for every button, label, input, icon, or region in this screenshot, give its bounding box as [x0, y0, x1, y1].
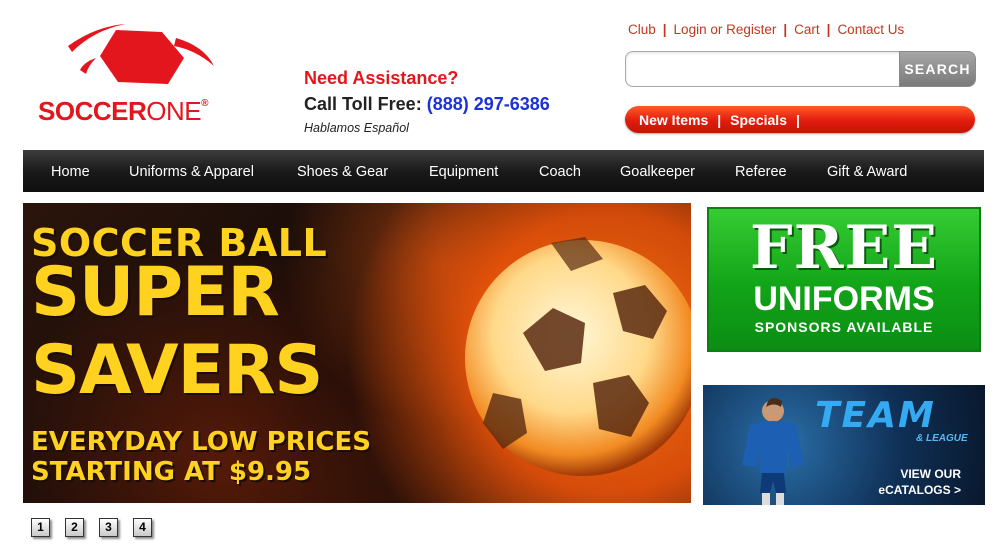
view-catalogs-line-2: eCATALOGS > [878, 483, 961, 497]
main-nav: Home Uniforms & Apparel Shoes & Gear Equ… [23, 150, 984, 192]
specials-link[interactable]: Specials [730, 112, 787, 128]
hero-line-3: SAVERS [31, 331, 323, 410]
top-link-separator: | [783, 22, 788, 37]
top-link-separator: | [662, 22, 667, 37]
assistance-block: Need Assistance? Call Toll Free: (888) 2… [304, 68, 550, 135]
nav-gift-award[interactable]: Gift & Award [827, 164, 907, 180]
top-link-separator: | [826, 22, 831, 37]
search-form: SEARCH [625, 51, 976, 87]
slide-page-4-button[interactable]: 4 [133, 518, 152, 537]
toll-free-line: Call Toll Free: (888) 297-6386 [304, 94, 550, 115]
sponsors-text: SPONSORS AVAILABLE [754, 319, 934, 335]
slide-page-3-button[interactable]: 3 [99, 518, 118, 537]
nav-equipment[interactable]: Equipment [429, 164, 498, 180]
nav-referee[interactable]: Referee [735, 164, 787, 180]
league-subheading: & LEAGUE [916, 433, 968, 444]
promo-separator: | [796, 112, 800, 128]
search-input[interactable] [625, 51, 901, 87]
team-heading: TEAM [815, 395, 936, 436]
hero-line-4: EVERYDAY LOW PRICES [31, 427, 371, 457]
uniforms-heading: UNIFORMS [753, 280, 935, 318]
slide-page-2-button[interactable]: 2 [65, 518, 84, 537]
brand-wordmark: SOCCERONE® [38, 96, 208, 127]
nav-uniforms-apparel[interactable]: Uniforms & Apparel [129, 164, 254, 180]
free-uniforms-promo[interactable]: FREE UNIFORMS SPONSORS AVAILABLE [707, 207, 981, 352]
logo-mark-icon [68, 24, 214, 84]
free-heading: FREE [750, 213, 938, 283]
promo-bar: New Items | Specials | [625, 106, 975, 133]
club-link[interactable]: Club [628, 22, 656, 37]
nav-shoes-gear[interactable]: Shoes & Gear [297, 164, 388, 180]
team-catalog-promo[interactable]: TEAM & LEAGUE VIEW OUR eCATALOGS > [703, 385, 985, 505]
new-items-link[interactable]: New Items [639, 112, 708, 128]
hero-line-2: SUPER [31, 253, 280, 332]
spanish-note: Hablamos Español [304, 121, 409, 135]
view-catalogs-line-1: VIEW OUR [900, 467, 961, 481]
slide-pager: 1 2 3 4 [31, 518, 167, 537]
phone-number[interactable]: (888) 297-6386 [427, 94, 550, 114]
slide-page-1-button[interactable]: 1 [31, 518, 50, 537]
view-catalogs-link[interactable]: VIEW OUR eCATALOGS > [861, 466, 961, 498]
hero-banner[interactable]: SOCCER BALL SUPER SAVERS EVERYDAY LOW PR… [23, 203, 691, 503]
login-register-link[interactable]: Login or Register [674, 22, 777, 37]
top-links: Club | Login or Register | Cart | Contact Us [628, 22, 904, 37]
assistance-heading: Need Assistance? [304, 68, 459, 88]
nav-coach[interactable]: Coach [539, 164, 581, 180]
site-logo[interactable]: SOCCERONE® [38, 22, 248, 132]
nav-home[interactable]: Home [51, 164, 90, 180]
registered-mark: ® [201, 98, 208, 109]
brand-name-soccer: SOCCER [38, 96, 147, 126]
toll-free-label: Call Toll Free: [304, 94, 422, 114]
player-silhouette-icon [742, 398, 804, 505]
promo-separator: | [717, 112, 722, 128]
brand-name-one: ONE [146, 96, 202, 126]
flaming-soccer-ball-icon [465, 237, 691, 476]
contact-us-link[interactable]: Contact Us [837, 22, 904, 37]
nav-goalkeeper[interactable]: Goalkeeper [620, 164, 695, 180]
search-button[interactable]: SEARCH [899, 51, 976, 87]
hero-line-5: STARTING AT $9.95 [31, 457, 312, 487]
cart-link[interactable]: Cart [794, 22, 820, 37]
